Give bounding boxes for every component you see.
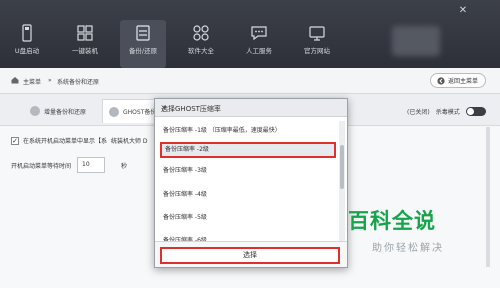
nav-service-label: 人工服务 [246, 47, 272, 55]
mode-status: (已关闭) [407, 109, 430, 116]
back-to-main-button[interactable]: 返回主菜单 [430, 73, 486, 88]
breadcrumb-current: 系统备份和还原 [57, 79, 100, 86]
blurred-logo [392, 26, 440, 56]
breadcrumb: 主菜单 » 系统备份和还原 返回主菜单 [0, 68, 500, 94]
autostart-label-suffix: 统装机大师 D [111, 138, 148, 145]
top-toolbar: ✕ U盘启动 一键装机 备份/还原 软件大全 人工服务 官方网站 [0, 0, 500, 68]
monitor-icon [309, 26, 325, 41]
close-icon[interactable]: ✕ [458, 5, 468, 16]
nav-software-label: 软件大全 [188, 47, 214, 55]
mode-label: 杀毒模式 [435, 109, 460, 116]
compression-option[interactable]: 备份压缩率 -1级 （压缩率最低，速度最快） [160, 123, 336, 139]
back-arrow-icon [437, 76, 445, 85]
ghost-icon [109, 106, 119, 117]
windows-icon [77, 25, 93, 41]
close-icon[interactable]: × [161, 104, 341, 112]
incremental-icon [30, 106, 40, 116]
antivirus-mode: (已关闭) 杀毒模式 [407, 107, 486, 116]
nav-usb-boot[interactable]: U盘启动 [4, 20, 50, 66]
tab-incremental-backup[interactable]: 增量备份和还原 [30, 99, 86, 123]
grid-icon [193, 25, 209, 41]
home-icon [11, 77, 19, 84]
back-button-label: 返回主菜单 [448, 78, 479, 85]
compression-dialog: 选择GHOST压缩率 × 备份压缩率 -1级 （压缩率最低，速度最快） 备份压缩… [154, 98, 348, 268]
breadcrumb-home[interactable]: 主菜单 [23, 77, 41, 86]
watermark-title: 百科全说 [348, 209, 436, 233]
wait-time-row: 开机启动菜单等待时间 10 秒 [11, 157, 127, 173]
nav-usb-label: U盘启动 [14, 47, 40, 55]
compression-option-selected[interactable]: 备份压缩率 -2级 [160, 142, 336, 158]
autostart-option: ✓ 在系统开机启动菜单中显示【系 统装机大师 D [11, 136, 148, 145]
chat-icon [251, 26, 267, 41]
nav-website[interactable]: 官方网站 [294, 20, 340, 66]
autostart-checkbox[interactable]: ✓ [11, 136, 19, 145]
backup-icon [136, 25, 150, 41]
nav-service[interactable]: 人工服务 [236, 20, 282, 66]
dialog-footer: 选择 [155, 241, 347, 267]
panel-scrollbar[interactable] [486, 127, 490, 267]
nav-website-label: 官方网站 [304, 47, 330, 55]
watermark: 百科全说 助你轻松解决 [348, 205, 468, 265]
antivirus-toggle[interactable] [465, 107, 486, 116]
nav-install-label: 一键装机 [72, 47, 98, 55]
nav-backup-restore[interactable]: 备份/还原 [120, 20, 166, 68]
tab-ghost-label: GHOST备份 [123, 109, 157, 116]
nav-backup-label: 备份/还原 [128, 47, 158, 55]
dialog-titlebar: 选择GHOST压缩率 × [155, 99, 347, 117]
compression-option[interactable]: 备份压缩率 -5级 [160, 210, 336, 226]
window-controls: ✕ [458, 5, 468, 16]
autostart-label-prefix: 在系统开机启动菜单中显示【系 [23, 138, 108, 145]
select-button[interactable]: 选择 [160, 247, 340, 264]
scrollbar-thumb[interactable] [340, 145, 344, 189]
tab-incremental-label: 增量备份和还原 [44, 108, 87, 116]
nav-one-click-install[interactable]: 一键装机 [62, 20, 108, 66]
wait-time-label: 开机启动菜单等待时间 [11, 162, 72, 170]
nav-software[interactable]: 软件大全 [178, 20, 224, 66]
wait-time-input[interactable]: 10 [77, 157, 106, 173]
dialog-scrollbar[interactable] [339, 121, 345, 241]
watermark-subtitle: 助你轻松解决 [372, 243, 444, 254]
compression-option[interactable]: 备份压缩率 -4级 [160, 187, 336, 203]
usb-icon [22, 24, 32, 42]
compression-option[interactable]: 备份压缩率 -3级 [160, 163, 336, 179]
wait-time-unit: 秒 [121, 162, 128, 170]
breadcrumb-separator: » [48, 77, 52, 84]
